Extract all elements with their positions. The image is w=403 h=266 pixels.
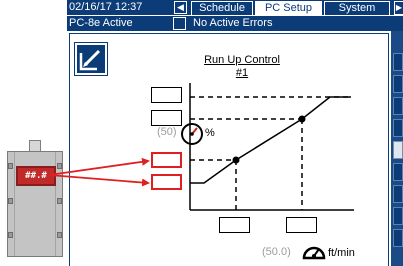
highlight-arrows xyxy=(48,157,150,187)
arrow-to-box-1 xyxy=(48,174,150,187)
arrow-to-box-2 xyxy=(48,157,150,176)
